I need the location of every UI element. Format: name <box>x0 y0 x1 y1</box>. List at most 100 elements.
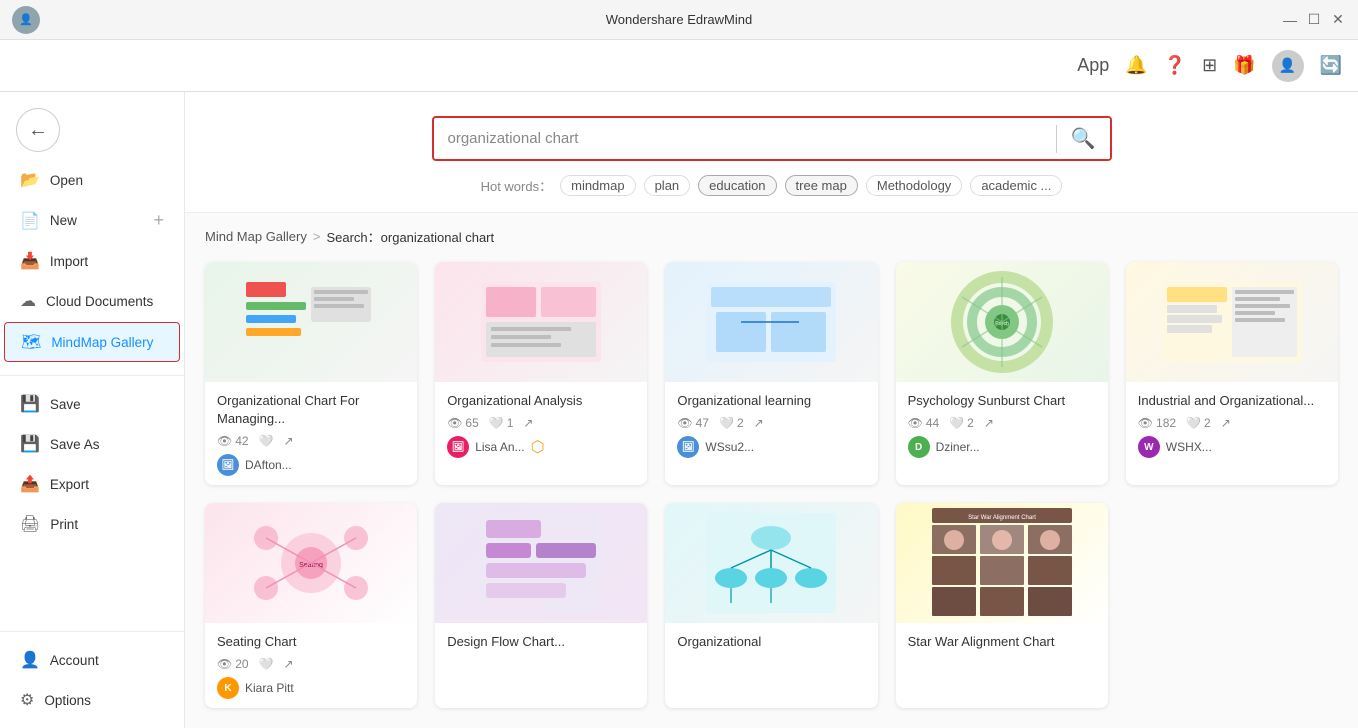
share-org2: ↗ <box>523 416 533 430</box>
sidebar-item-cloud[interactable]: ☁ Cloud Documents <box>4 282 180 320</box>
open-icon: 📂 <box>20 170 40 190</box>
search-button[interactable]: 🔍 <box>1057 118 1110 159</box>
views-seat: 👁 20 <box>217 657 249 671</box>
new-plus-icon: + <box>153 210 164 231</box>
card-thumb-star: Star War Alignment Chart <box>896 503 1108 623</box>
help-icon[interactable]: ❓ <box>1164 55 1186 76</box>
sidebar-divider <box>0 375 184 384</box>
card-title-seat: Seating Chart <box>217 633 405 651</box>
views-ind: 👁 182 <box>1138 416 1176 430</box>
like-ind: 🤍 2 <box>1186 416 1211 430</box>
hot-word-mindmap[interactable]: mindmap <box>560 175 635 196</box>
sidebar-label-options: Options <box>44 693 91 708</box>
card-meta-org3: 👁 47 🤍 2 ↗ <box>677 416 865 430</box>
card-author-psych: D Dziner... <box>908 436 1096 458</box>
grid-icon[interactable]: ⊞ <box>1202 55 1217 76</box>
gallery-card-org2[interactable]: Organizational Analysis 👁 65 🤍 1 ↗ 🖼 Lis… <box>435 262 647 485</box>
card-thumb-org1 <box>205 262 417 382</box>
saveas-icon: 💾 <box>20 434 40 454</box>
sidebar-item-save[interactable]: 💾 Save <box>4 385 180 423</box>
sidebar-item-account[interactable]: 👤 Account <box>4 641 180 679</box>
gift-icon[interactable]: 🎁 <box>1233 55 1255 76</box>
sidebar-item-mindmap[interactable]: 🗺 MindMap Gallery <box>4 322 180 362</box>
print-icon: 🖨 <box>20 514 40 534</box>
gallery-card-org1[interactable]: Organizational Chart For Managing... 👁 4… <box>205 262 417 485</box>
card-thumb-org2 <box>435 262 647 382</box>
gallery-card-flow[interactable]: Design Flow Chart... <box>435 503 647 708</box>
breadcrumb-gallery[interactable]: Mind Map Gallery <box>205 229 307 244</box>
card-body-flow: Design Flow Chart... <box>435 623 647 665</box>
sidebar-item-export[interactable]: 📤 Export <box>4 465 180 503</box>
gallery-card-seat[interactable]: Seating Seating Chart 👁 20 <box>205 503 417 708</box>
minimize-button[interactable]: — <box>1282 12 1298 28</box>
sidebar-label-saveas: Save As <box>50 437 100 452</box>
author-name-org2: Lisa An... <box>475 440 524 454</box>
gallery-card-org3[interactable]: Organizational learning 👁 47 🤍 2 ↗ 🖼 WSs… <box>665 262 877 485</box>
hot-words-bar: Hot words： mindmap plan education tree m… <box>201 175 1342 196</box>
mindmap-icon: 🗺 <box>21 332 41 352</box>
author-name-seat: Kiara Pitt <box>245 681 294 695</box>
back-button[interactable]: ← <box>16 108 60 152</box>
card-title-star: Star War Alignment Chart <box>908 633 1096 651</box>
title-bar: 👤 Wondershare EdrawMind — ☐ ✕ <box>0 0 1358 40</box>
like-seat: 🤍 <box>259 657 274 671</box>
title-bar-left: 👤 <box>12 6 40 34</box>
close-button[interactable]: ✕ <box>1330 12 1346 28</box>
sidebar-item-import[interactable]: 📥 Import <box>4 242 180 280</box>
card-thumb-ind <box>1126 262 1338 382</box>
author-name-ind: WSHX... <box>1166 440 1212 454</box>
card-title-org3: Organizational learning <box>677 392 865 410</box>
import-icon: 📥 <box>20 251 40 271</box>
breadcrumb-current: Search：organizational chart <box>326 227 494 246</box>
share-org3: ↗ <box>754 416 764 430</box>
like-org3: 🤍 2 <box>719 416 744 430</box>
author-name-org1: DAfton... <box>245 458 292 472</box>
maximize-button[interactable]: ☐ <box>1306 12 1322 28</box>
card-author-seat: K Kiara Pitt <box>217 677 405 699</box>
hot-words-label: Hot words： <box>481 176 553 195</box>
hot-word-methodology[interactable]: Methodology <box>866 175 962 196</box>
card-thumb-psych: Psych <box>896 262 1108 382</box>
search-section: 🔍 Hot words： mindmap plan education tree… <box>185 92 1358 213</box>
sidebar-item-options[interactable]: ⚙ Options <box>4 681 180 719</box>
card-body-star: Star War Alignment Chart <box>896 623 1108 665</box>
card-title-psych: Psychology Sunburst Chart <box>908 392 1096 410</box>
sidebar-label-print: Print <box>50 517 78 532</box>
gallery-card-psych[interactable]: Psych Psychology Sunburst Chart 👁 44 <box>896 262 1108 485</box>
sidebar-item-saveas[interactable]: 💾 Save As <box>4 425 180 463</box>
refresh-icon[interactable]: 🔄 <box>1320 55 1342 76</box>
options-icon: ⚙ <box>20 690 34 710</box>
gallery-card-ind[interactable]: Industrial and Organizational... 👁 182 🤍… <box>1126 262 1338 485</box>
gallery-card-org4[interactable]: Organizational <box>665 503 877 708</box>
account-icon: 👤 <box>20 650 40 670</box>
card-body-org4: Organizational <box>665 623 877 665</box>
sidebar-label-mindmap: MindMap Gallery <box>51 335 153 350</box>
app-button[interactable]: App <box>1077 55 1109 76</box>
user-avatar-toolbar[interactable]: 👤 <box>1272 50 1304 82</box>
author-avatar-ind: W <box>1138 436 1160 458</box>
hot-word-academic[interactable]: academic ... <box>970 175 1062 196</box>
sidebar-item-open[interactable]: 📂 Open <box>4 161 180 199</box>
hot-word-plan[interactable]: plan <box>644 175 691 196</box>
hot-word-treemap[interactable]: tree map <box>785 175 858 196</box>
author-avatar-seat: K <box>217 677 239 699</box>
sidebar-item-new[interactable]: 📄 New + <box>4 201 180 240</box>
svg-text:Star War Alignment Chart: Star War Alignment Chart <box>968 515 1036 521</box>
search-box-wrapper: 🔍 <box>201 116 1342 161</box>
like-org1: 🤍 <box>259 434 274 448</box>
main-layout: ← 📂 Open 📄 New + 📥 Import ☁ Cloud Docume… <box>0 92 1358 728</box>
card-thumb-org3 <box>665 262 877 382</box>
views-org3: 👁 47 <box>677 416 709 430</box>
views-org2: 👁 65 <box>447 416 479 430</box>
search-input[interactable] <box>434 120 1056 157</box>
card-thumb-seat: Seating <box>205 503 417 623</box>
card-meta-org1: 👁 42 🤍 ↗ <box>217 434 405 448</box>
sidebar-label-open: Open <box>50 173 83 188</box>
card-body-psych: Psychology Sunburst Chart 👁 44 🤍 2 ↗ D D… <box>896 382 1108 466</box>
gallery-card-star[interactable]: Star War Alignment Chart <box>896 503 1108 708</box>
sidebar-item-print[interactable]: 🖨 Print <box>4 505 180 543</box>
author-avatar-org2: 🖼 <box>447 436 469 458</box>
notification-icon[interactable]: 🔔 <box>1125 55 1147 76</box>
hot-word-education[interactable]: education <box>698 175 776 196</box>
sidebar-label-save: Save <box>50 397 81 412</box>
